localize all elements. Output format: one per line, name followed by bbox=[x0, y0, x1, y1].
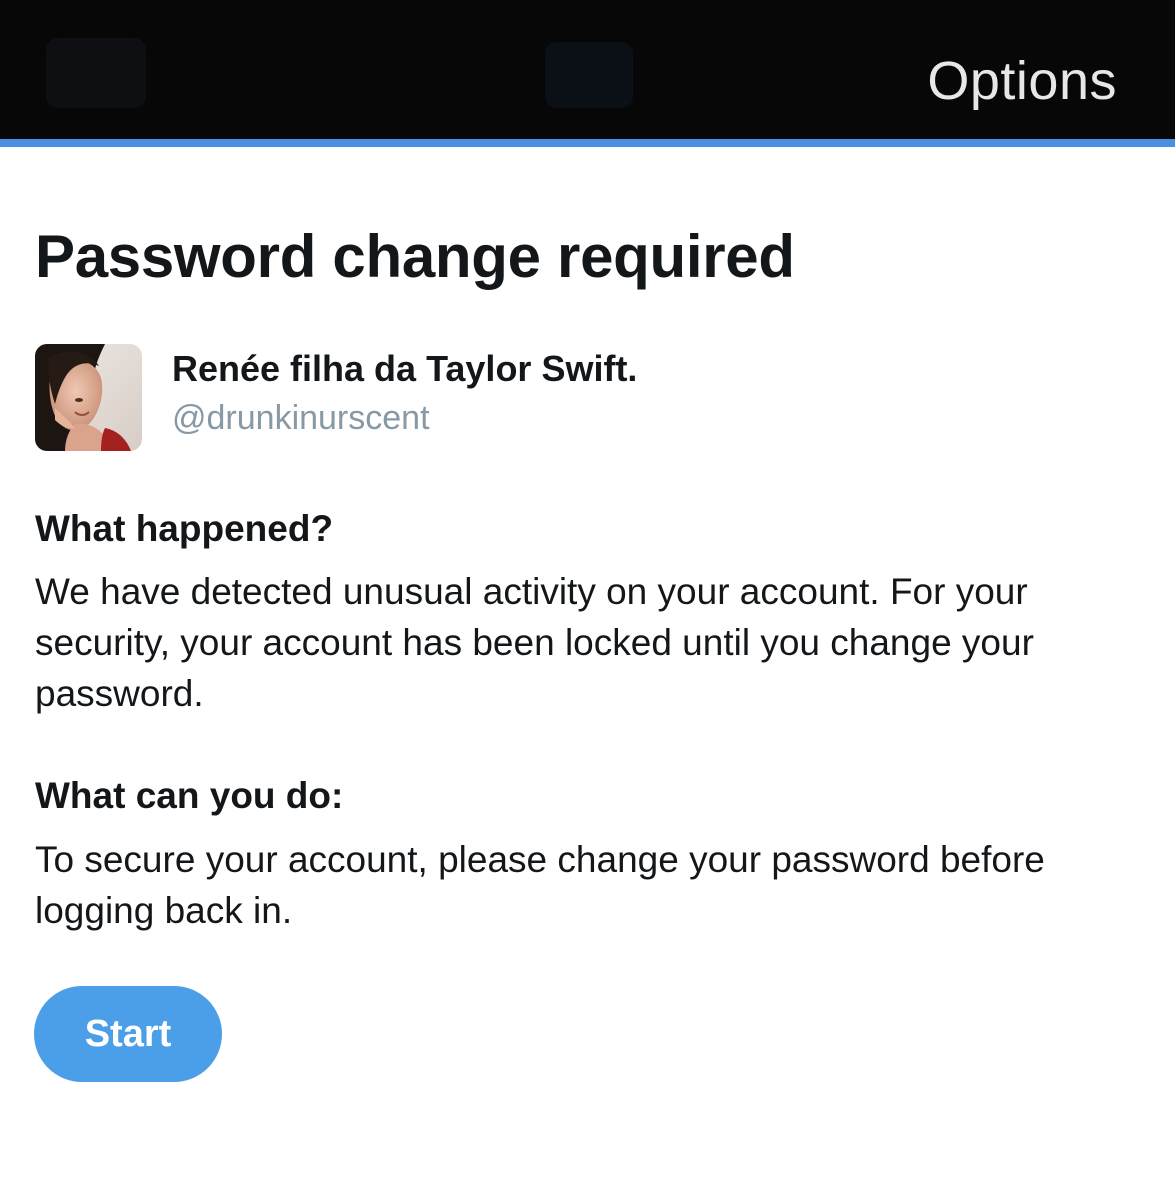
top-navigation-bar: Options bbox=[0, 0, 1175, 139]
avatar bbox=[35, 344, 142, 451]
account-card: Renée filha da Taylor Swift. @drunkinurs… bbox=[35, 344, 1135, 452]
page-title: Password change required bbox=[35, 223, 795, 290]
what-happened-heading: What happened? bbox=[35, 508, 334, 549]
options-button[interactable]: Options bbox=[927, 50, 1117, 112]
account-handle: @drunkinurscent bbox=[172, 399, 430, 437]
what-can-you-do-text: To secure your account, please change yo… bbox=[35, 839, 1045, 931]
what-happened-text: We have detected unusual activity on you… bbox=[35, 571, 1034, 714]
app-logo-icon bbox=[545, 42, 633, 108]
back-icon[interactable] bbox=[46, 38, 146, 108]
start-button[interactable]: Start bbox=[34, 986, 222, 1082]
profile-photo-icon bbox=[35, 344, 142, 451]
header-accent-line bbox=[0, 139, 1175, 147]
what-can-you-do-heading: What can you do: bbox=[35, 775, 344, 816]
account-display-name: Renée filha da Taylor Swift. bbox=[172, 348, 638, 389]
